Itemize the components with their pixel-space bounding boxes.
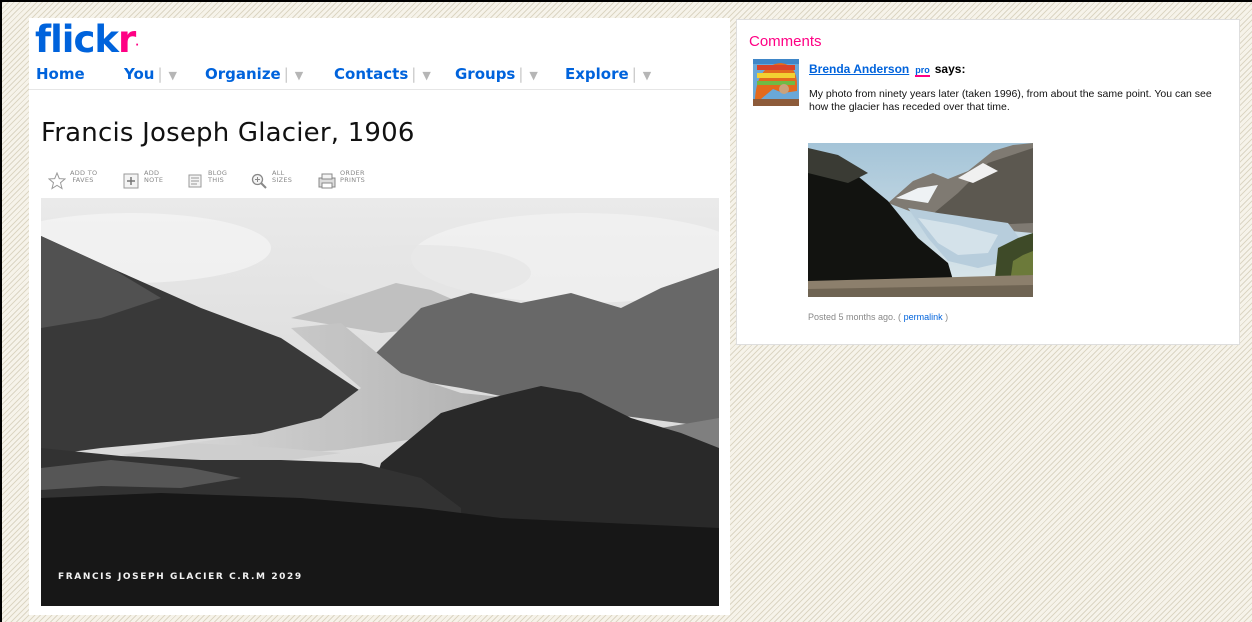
screen-frame-top xyxy=(0,0,1252,2)
comments-panel: Comments Brenda Anderson pro says: My phot… xyxy=(736,19,1240,345)
nav-home[interactable]: Home xyxy=(36,65,85,83)
all-sizes-button[interactable]: ALL SIZES xyxy=(250,170,302,192)
nav-separator: | xyxy=(157,65,163,83)
chevron-down-icon[interactable]: ▼ xyxy=(169,69,177,82)
nav-contacts-label[interactable]: Contacts xyxy=(334,65,408,83)
nav-you-label[interactable]: You xyxy=(124,65,154,83)
nav-contacts[interactable]: Contacts | ▼ xyxy=(334,65,431,83)
all-sizes-label: ALL SIZES xyxy=(272,169,293,184)
logo-text-r: r xyxy=(118,18,136,61)
comment-text: My photo from ninety years later (taken … xyxy=(809,88,1212,113)
flickr-logo[interactable]: flickr· xyxy=(35,18,139,62)
avatar-image xyxy=(753,59,799,106)
nav-explore[interactable]: Explore | ▼ xyxy=(565,65,651,83)
chevron-down-icon[interactable]: ▼ xyxy=(529,69,537,82)
nav-organize-label[interactable]: Organize xyxy=(205,65,281,83)
add-to-faves-button[interactable]: ADD TO FAVES xyxy=(48,170,108,192)
nav-divider xyxy=(29,89,730,90)
nav-you[interactable]: You | ▼ xyxy=(124,65,177,83)
nav-home-label[interactable]: Home xyxy=(36,65,85,83)
says-label: says: xyxy=(934,62,966,76)
blog-this-label: BLOG THIS xyxy=(208,169,228,184)
comment-photo[interactable] xyxy=(808,143,1033,297)
chevron-down-icon[interactable]: ▼ xyxy=(422,69,430,82)
blog-icon xyxy=(188,174,202,188)
posted-info: Posted 5 months ago. ( permalink ) xyxy=(808,312,948,322)
nav-groups[interactable]: Groups | ▼ xyxy=(455,65,538,83)
comment-author-line: Brenda Anderson pro says: xyxy=(809,62,966,77)
screen-frame-left xyxy=(0,0,2,622)
posted-suffix: ) xyxy=(945,312,949,322)
nav-organize[interactable]: Organize | ▼ xyxy=(205,65,303,83)
pro-badge[interactable]: pro xyxy=(915,65,930,77)
main-photo[interactable]: FRANCIS JOSEPH GLACIER C.R.M 2029 xyxy=(41,198,719,606)
add-note-label: ADD NOTE xyxy=(144,169,164,184)
avatar[interactable] xyxy=(753,59,799,106)
nav-separator: | xyxy=(518,65,524,83)
nav-separator: | xyxy=(411,65,417,83)
chevron-down-icon[interactable]: ▼ xyxy=(643,69,651,82)
glacier-photo-1906 xyxy=(41,198,719,606)
comments-heading: Comments xyxy=(749,33,822,50)
logo-dot: · xyxy=(135,40,139,51)
glacier-photo-1996 xyxy=(808,143,1033,297)
add-to-faves-label: ADD TO FAVES xyxy=(70,169,98,184)
order-prints-button[interactable]: ORDER PRINTS xyxy=(318,170,382,192)
nav-groups-label[interactable]: Groups xyxy=(455,65,515,83)
chevron-down-icon[interactable]: ▼ xyxy=(295,69,303,82)
nav-separator: | xyxy=(283,65,289,83)
comment-author-link[interactable]: Brenda Anderson xyxy=(809,62,909,76)
photo-page-panel: flickr· Home You | ▼ Organize | ▼ Contacts | ▼… xyxy=(29,18,730,615)
blog-this-button[interactable]: BLOG THIS xyxy=(186,170,236,192)
permalink-link[interactable]: permalink xyxy=(904,312,943,322)
note-icon xyxy=(123,173,139,189)
photo-title: Francis Joseph Glacier, 1906 xyxy=(41,118,415,148)
nav-separator: | xyxy=(631,65,637,83)
photo-caption: FRANCIS JOSEPH GLACIER C.R.M 2029 xyxy=(58,572,303,582)
posted-time: Posted 5 months ago. ( xyxy=(808,312,902,322)
order-prints-label: ORDER PRINTS xyxy=(340,169,366,184)
magnifier-icon xyxy=(251,173,267,189)
nav-explore-label[interactable]: Explore xyxy=(565,65,629,83)
add-note-button[interactable]: ADD NOTE xyxy=(122,170,172,192)
logo-text-flick: flick xyxy=(35,18,119,61)
star-icon xyxy=(48,172,66,190)
prints-icon xyxy=(318,173,336,189)
